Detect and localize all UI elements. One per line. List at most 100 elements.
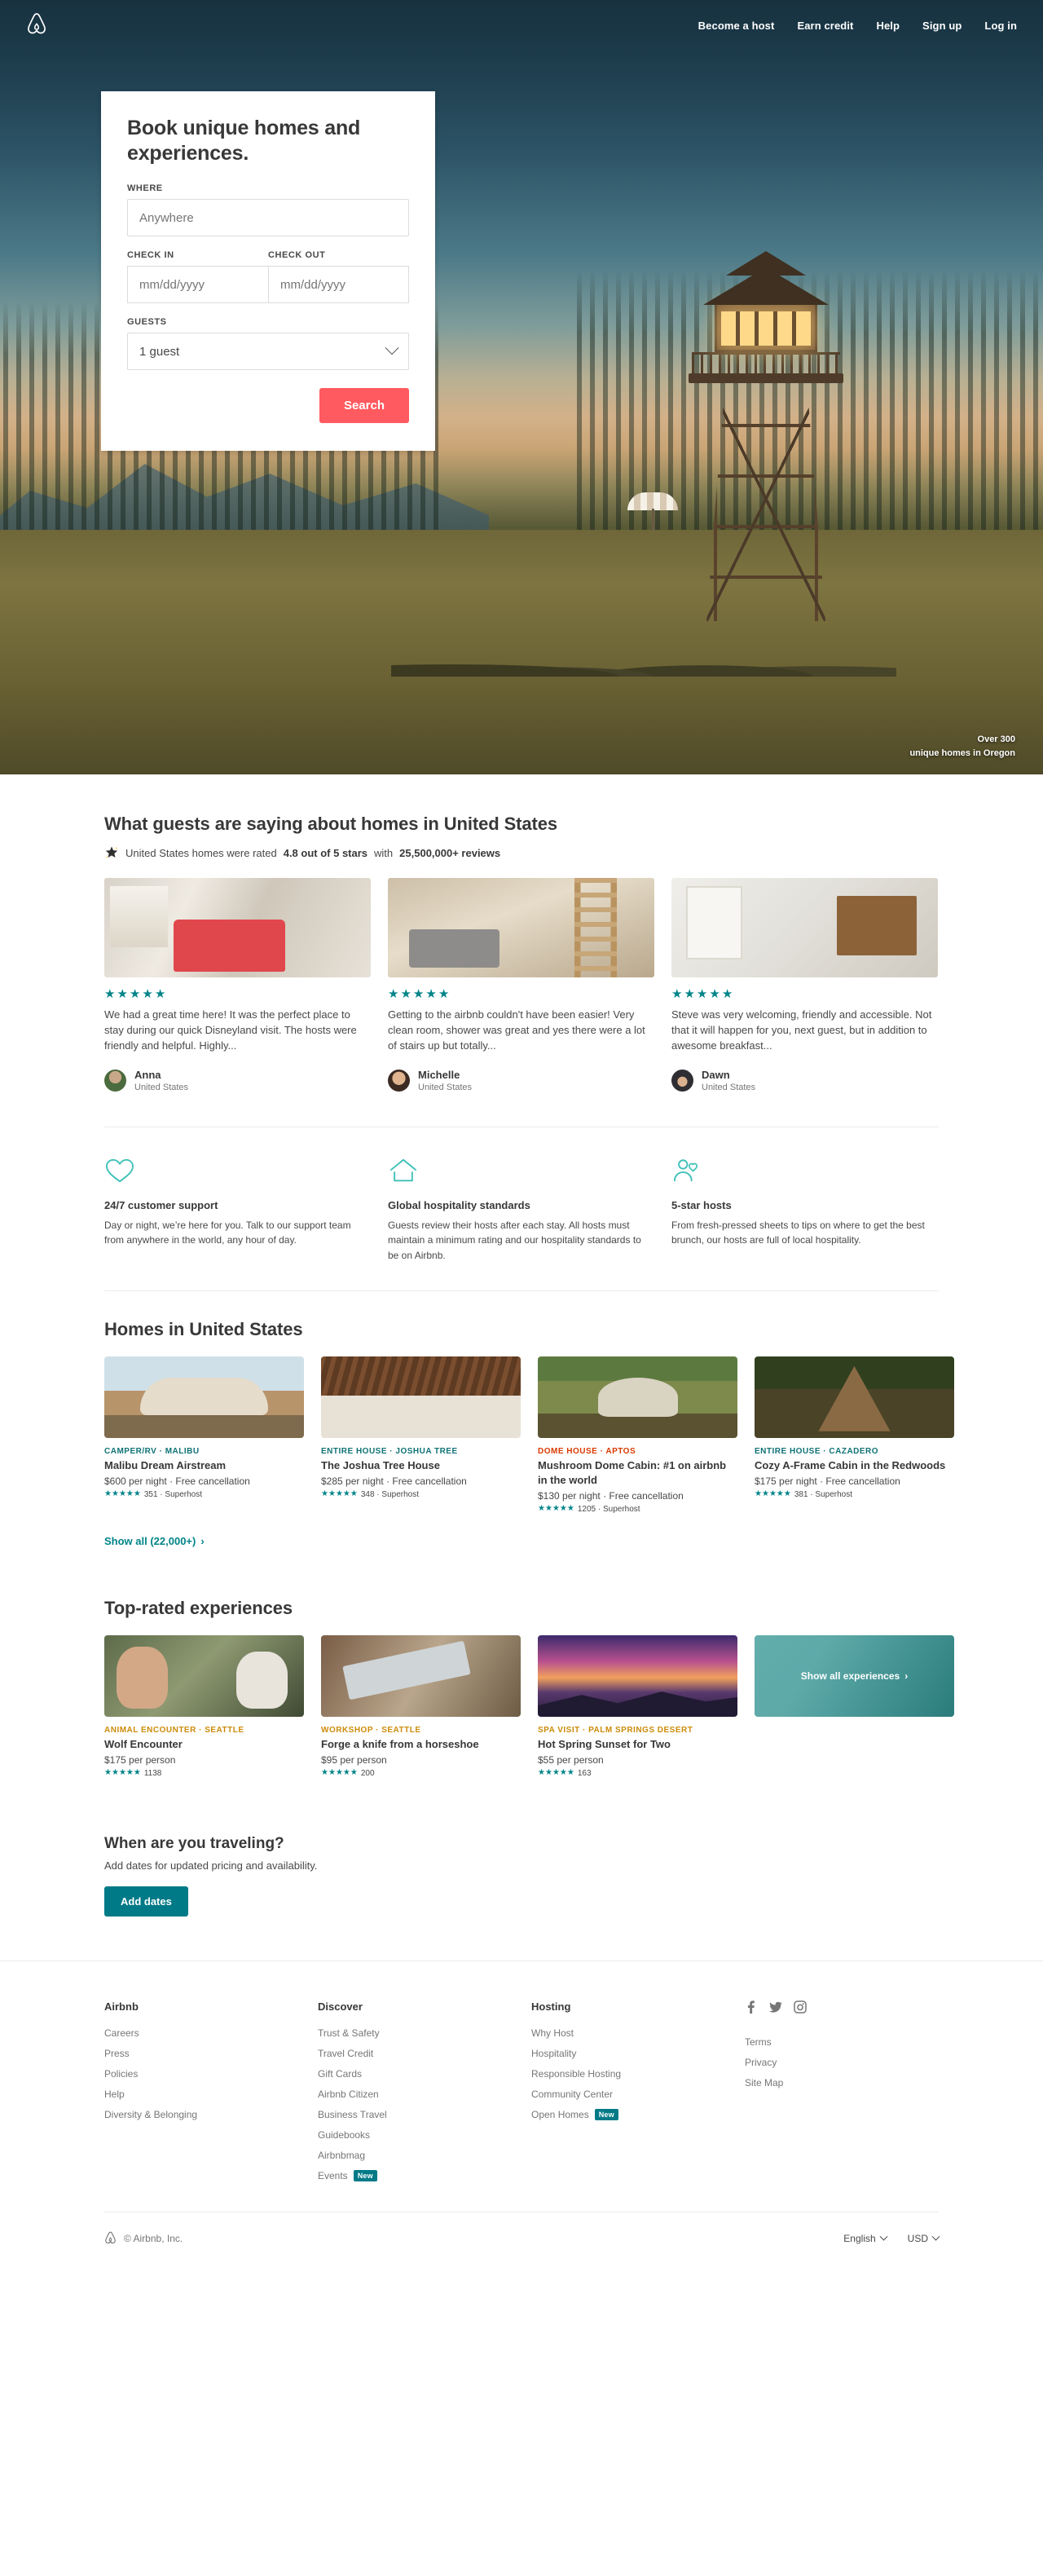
- travel-title: When are you traveling?: [104, 1834, 284, 1852]
- guests-selected-value: 1 guest: [139, 344, 180, 359]
- listing-title: Cozy A-Frame Cabin in the Redwoods: [755, 1458, 946, 1471]
- experience-card[interactable]: WORKSHOP · SEATTLE Forge a knife from a …: [321, 1634, 521, 1778]
- homes-section: Homes in United States CAMPER/RV · MALIB…: [104, 1291, 954, 1572]
- listing-meta: ★ ★ ★ ★ ★ 381 · Superhost: [755, 1490, 954, 1499]
- where-label: WHERE: [127, 183, 163, 193]
- footer-column-title: Airbnb: [104, 2000, 139, 2013]
- listing-stars: ★ ★ ★ ★ ★: [755, 1489, 791, 1499]
- experience-card[interactable]: ANIMAL ENCOUNTER · SEATTLE Wolf Encounte…: [104, 1634, 304, 1778]
- listing-card[interactable]: ENTIRE HOUSE · CAZADERO Cozy A-Frame Cab…: [755, 1356, 954, 1514]
- show-all-homes-label: Show all (22,000+): [104, 1534, 196, 1547]
- footer-link-privacy[interactable]: Privacy: [745, 2057, 939, 2068]
- instagram-icon[interactable]: [794, 2000, 807, 2014]
- experience-price: $95 per person: [321, 1753, 387, 1766]
- listing-price-rest: per night · Free cancellation: [345, 1475, 467, 1487]
- experience-card[interactable]: SPA VISIT · PALM SPRINGS DESERT Hot Spri…: [538, 1634, 737, 1778]
- footer-link-site-map[interactable]: Site Map: [745, 2077, 939, 2089]
- experience-category: ANIMAL ENCOUNTER · SEATTLE: [104, 1725, 244, 1735]
- listing-review-count: 348 · Superhost: [360, 1489, 420, 1499]
- review-photo: [388, 878, 654, 977]
- chevron-down-icon: [879, 2232, 888, 2241]
- guests-field-group: GUESTS 1 guest: [127, 317, 409, 370]
- nav-log-in[interactable]: Log in: [984, 20, 1017, 32]
- review-card[interactable]: ★ ★ ★ ★ ★ We had a great time here! It was t…: [104, 878, 371, 1094]
- listing-stars: ★ ★ ★ ★ ★: [321, 1489, 358, 1499]
- nav-become-a-host[interactable]: Become a host: [698, 20, 775, 32]
- twitter-icon[interactable]: [769, 2000, 782, 2014]
- hosts-icon: [671, 1157, 938, 1186]
- checkout-input[interactable]: [268, 266, 409, 303]
- hero-fire-lookout-tower: [689, 251, 843, 621]
- listing-card[interactable]: CAMPER/RV · MALIBU Malibu Dream Airstrea…: [104, 1356, 304, 1514]
- search-button[interactable]: Search: [319, 388, 409, 423]
- listing-card[interactable]: ENTIRE HOUSE · JOSHUA TREE The Joshua Tr…: [321, 1356, 521, 1514]
- listing-stars: ★ ★ ★ ★ ★: [104, 1489, 141, 1499]
- listing-photo: [321, 1356, 521, 1438]
- review-text: Getting to the airbnb couldn't have been…: [388, 1008, 645, 1052]
- feature-title: 5-star hosts: [671, 1199, 732, 1212]
- footer-link-press[interactable]: Press: [104, 2048, 318, 2059]
- feature-body: From fresh-pressed sheets to tips on whe…: [671, 1220, 925, 1246]
- footer-link-diversity[interactable]: Diversity & Belonging: [104, 2109, 318, 2120]
- review-text: We had a great time here! It was the per…: [104, 1008, 357, 1052]
- listing-category: DOME HOUSE · APTOS: [538, 1446, 636, 1456]
- footer-link-business-travel[interactable]: Business Travel: [318, 2109, 531, 2120]
- listing-photo: [538, 1356, 737, 1438]
- language-selector[interactable]: English: [843, 2232, 888, 2244]
- airbnb-logo-icon[interactable]: [26, 12, 47, 39]
- footer-link-trust-safety[interactable]: Trust & Safety: [318, 2027, 531, 2039]
- show-all-experiences-tile[interactable]: Show all experiences ›: [755, 1634, 954, 1717]
- review-card[interactable]: ★ ★ ★ ★ ★ Getting to the airbnb couldn't hav…: [388, 878, 654, 1094]
- footer-link-airbnb-citizen[interactable]: Airbnb Citizen: [318, 2089, 531, 2100]
- footer-link-guidebooks[interactable]: Guidebooks: [318, 2129, 531, 2141]
- features-section: 24/7 customer support Day or night, we’r…: [104, 1127, 939, 1290]
- facebook-icon[interactable]: [745, 2000, 758, 2014]
- nav-earn-credit[interactable]: Earn credit: [797, 20, 853, 32]
- nav-sign-up[interactable]: Sign up: [922, 20, 962, 32]
- footer-link-hospitality[interactable]: Hospitality: [531, 2048, 745, 2059]
- experience-review-count: 1138: [143, 1768, 162, 1778]
- feature-body: Day or night, we’re here for you. Talk t…: [104, 1220, 351, 1246]
- review-card-grid: ★ ★ ★ ★ ★ We had a great time here! It was t…: [104, 878, 939, 1094]
- footer-link-events[interactable]: Events: [318, 2170, 348, 2181]
- footer-link-careers[interactable]: Careers: [104, 2027, 318, 2039]
- footer-link-help[interactable]: Help: [104, 2089, 318, 2100]
- heart-icon: [104, 1157, 371, 1186]
- footer-link-terms[interactable]: Terms: [745, 2036, 939, 2048]
- show-all-homes-link[interactable]: Show all (22,000+) ›: [104, 1535, 205, 1547]
- footer-link-open-homes[interactable]: Open Homes: [531, 2109, 589, 2120]
- listing-price-amount: $600: [104, 1475, 126, 1487]
- listing-title: The Joshua Tree House: [321, 1458, 440, 1471]
- listing-card[interactable]: DOME HOUSE · APTOS Mushroom Dome Cabin: …: [538, 1356, 737, 1514]
- footer-link-policies[interactable]: Policies: [104, 2068, 318, 2080]
- footer-link-gift-cards[interactable]: Gift Cards: [318, 2068, 531, 2080]
- checkout-field-group: CHECK OUT: [268, 250, 409, 303]
- guests-select[interactable]: 1 guest: [127, 333, 409, 370]
- add-dates-button[interactable]: Add dates: [104, 1886, 188, 1917]
- reviewer-name: Dawn: [702, 1068, 730, 1081]
- listing-review-count: 381 · Superhost: [794, 1489, 853, 1499]
- checkin-field-group: CHECK IN: [127, 250, 268, 303]
- currency-value: USD: [907, 2233, 928, 2245]
- nav-help[interactable]: Help: [876, 20, 900, 32]
- listing-meta: ★ ★ ★ ★ ★ 348 · Superhost: [321, 1490, 521, 1499]
- reviewer-location: United States: [702, 1083, 756, 1093]
- where-input[interactable]: [127, 199, 409, 236]
- checkin-input[interactable]: [127, 266, 268, 303]
- footer-link-responsible-hosting[interactable]: Responsible Hosting: [531, 2068, 745, 2080]
- show-all-experiences-label-wrap: Show all experiences ›: [801, 1670, 908, 1682]
- show-all-experiences-card[interactable]: Show all experiences ›: [755, 1634, 954, 1778]
- footer-link-why-host[interactable]: Why Host: [531, 2027, 745, 2039]
- currency-selector[interactable]: USD: [907, 2232, 940, 2245]
- page-root: Become a host Earn credit Help Sign up L…: [0, 0, 1043, 2265]
- hero-caption: Over 300 unique homes in Oregon: [909, 733, 1015, 760]
- footer-link-travel-credit[interactable]: Travel Credit: [318, 2048, 531, 2059]
- review-card[interactable]: ★ ★ ★ ★ ★ Steve was very welcoming, friendly…: [671, 878, 938, 1094]
- copyright: © Airbnb, Inc.: [104, 2231, 183, 2247]
- sparkle-star-icon: [104, 845, 119, 860]
- footer-link-airbnbmag[interactable]: Airbnbmag: [318, 2150, 531, 2161]
- footer-columns: Airbnb Careers Press Policies Help Diver…: [104, 2000, 939, 2190]
- feature-customer-support: 24/7 customer support Day or night, we’r…: [104, 1157, 371, 1263]
- footer-link-community-center[interactable]: Community Center: [531, 2089, 745, 2100]
- listing-title: Malibu Dream Airstream: [104, 1458, 227, 1471]
